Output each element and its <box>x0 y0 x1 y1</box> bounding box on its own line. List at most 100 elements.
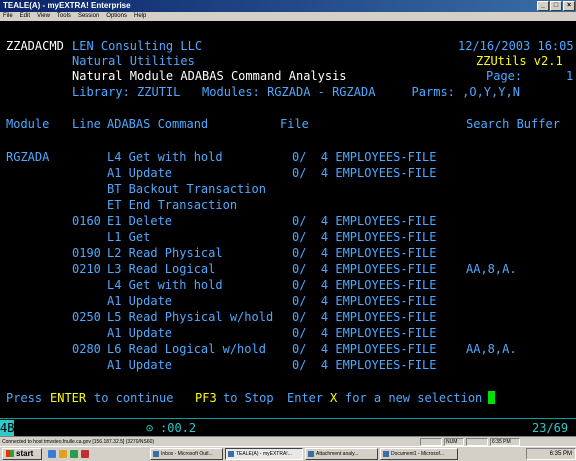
menu-edit[interactable]: Edit <box>20 12 30 21</box>
library-line: Library: ZZUTIL Modules: RGZADA - RGZADA… <box>72 85 520 99</box>
col-file: File <box>280 117 309 131</box>
company-name: LEN Consulting LLC <box>72 39 203 53</box>
oia-timer: :00.2 <box>160 421 197 435</box>
terminal-icon <box>228 451 234 457</box>
row-line: 0160 <box>72 214 101 228</box>
task-attachment[interactable]: Attachment analy... <box>305 448 378 460</box>
menu-session[interactable]: Session <box>78 12 99 21</box>
col-module: Module <box>6 117 50 131</box>
status-field-blank <box>420 438 442 446</box>
menu-view[interactable]: View <box>37 12 50 21</box>
footer-press: Press <box>6 391 43 405</box>
footer-to-continue: to continue <box>94 391 174 405</box>
program-name: ZZADACMD <box>6 39 64 53</box>
row-search-buffer: AA,8,A. <box>466 342 517 356</box>
row-command: L5 Read Physical w/hold <box>107 310 274 324</box>
oia-indicator: 4B <box>0 420 15 436</box>
oia-status-line: 4B ⊙ :00.2 23/69 <box>0 418 576 436</box>
row-file: 0/ 4 EMPLOYEES-FILE <box>292 150 437 164</box>
task-inbox[interactable]: Inbox - Microsoft Outl... <box>150 448 223 460</box>
row-command: E1 Delete <box>107 214 173 228</box>
enter-key-label: ENTER <box>50 391 87 405</box>
row-search-buffer: AA,8,A. <box>466 262 517 276</box>
row-command: A1 Update <box>107 294 173 308</box>
terminal-cursor <box>488 391 495 404</box>
row-file: 0/ 4 EMPLOYEES-FILE <box>292 246 437 260</box>
row-line: 0280 <box>72 342 101 356</box>
maximize-button[interactable]: □ <box>550 1 562 11</box>
screen-title: Natural Module ADABAS Command Analysis <box>72 69 347 83</box>
row-file: 0/ 4 EMPLOYEES-FILE <box>292 278 437 292</box>
start-label: start <box>16 449 34 458</box>
task-word-document[interactable]: Document1 - Microsof... <box>380 448 458 460</box>
menu-tools[interactable]: Tools <box>57 12 71 21</box>
date-time: 12/16/2003 16:05 <box>458 39 574 53</box>
row-module: RGZADA <box>6 150 50 164</box>
row-command: L6 Read Logical w/hold <box>107 342 266 356</box>
task-label: TEALE(A) - myEXTRA!... <box>236 451 292 457</box>
clock-time: 6:35 PM <box>549 451 572 457</box>
menu-bar: File Edit View Tools Session Options Hel… <box>0 12 576 21</box>
footer-new-selection: for a new selection <box>345 391 483 405</box>
product-version: ZZUtils v2.1 <box>476 54 563 68</box>
windows-logo-icon <box>6 450 14 457</box>
outlook-icon <box>153 451 159 457</box>
row-command: L4 Get with hold <box>107 150 223 164</box>
menu-options[interactable]: Options <box>106 12 127 21</box>
cursor-position: 23/69 <box>532 421 569 435</box>
row-line: 0190 <box>72 246 101 260</box>
col-line: Line <box>72 117 101 131</box>
row-command: ET End Transaction <box>107 198 238 212</box>
document-icon <box>308 451 314 457</box>
row-file: 0/ 4 EMPLOYEES-FILE <box>292 310 437 324</box>
row-file: 0/ 4 EMPLOYEES-FILE <box>292 358 437 372</box>
outlook-quicklaunch-icon[interactable] <box>59 450 67 458</box>
desktop-quicklaunch-icon[interactable] <box>70 450 78 458</box>
row-file: 0/ 4 EMPLOYEES-FILE <box>292 294 437 308</box>
close-button[interactable]: × <box>563 1 575 11</box>
subtitle-utilities: Natural Utilities <box>72 54 195 68</box>
status-field-blank-2 <box>466 438 488 446</box>
pf3-key-label: PF3 <box>195 391 217 405</box>
task-label: Attachment analy... <box>316 451 359 457</box>
footer-enter: Enter <box>287 391 324 405</box>
row-command: A1 Update <box>107 166 173 180</box>
footer-to-stop: to Stop <box>223 391 274 405</box>
ie-quicklaunch-icon[interactable] <box>48 450 56 458</box>
row-file: 0/ 4 EMPLOYEES-FILE <box>292 326 437 340</box>
row-line: 0210 <box>72 262 101 276</box>
taskbar: start Inbox - Microsoft Outl... TEALE(A)… <box>0 446 576 461</box>
col-search-buffer: Search Buffer <box>466 117 560 131</box>
row-command: A1 Update <box>107 358 173 372</box>
menu-file[interactable]: File <box>3 12 13 21</box>
row-file: 0/ 4 EMPLOYEES-FILE <box>292 230 437 244</box>
task-label: Document1 - Microsof... <box>391 451 445 457</box>
row-file: 0/ 4 EMPLOYEES-FILE <box>292 166 437 180</box>
row-file: 0/ 4 EMPLOYEES-FILE <box>292 342 437 356</box>
row-file: 0/ 4 EMPLOYEES-FILE <box>292 262 437 276</box>
page-number: 1 <box>566 69 574 83</box>
row-command: L1 Get <box>107 230 151 244</box>
row-file: 0/ 4 EMPLOYEES-FILE <box>292 214 437 228</box>
menu-help[interactable]: Help <box>134 12 146 21</box>
row-command: A1 Update <box>107 326 173 340</box>
page-label: Page: <box>486 69 523 83</box>
row-command: L2 Read Physical <box>107 246 223 260</box>
row-command: L4 Get with hold <box>107 278 223 292</box>
x-key-label: X <box>330 391 338 405</box>
word-icon <box>383 451 389 457</box>
status-bar: Connected to host tmvsteo.fnulle.ca.gov … <box>0 436 576 446</box>
terminal-screen[interactable]: ZZADACMD LEN Consulting LLC 12/16/2003 1… <box>0 21 576 418</box>
task-myextra[interactable]: TEALE(A) - myEXTRA!... <box>225 448 303 460</box>
task-label: Inbox - Microsoft Outl... <box>161 451 213 457</box>
minimize-button[interactable]: _ <box>537 1 549 11</box>
col-adabas-command: ADABAS Command <box>107 117 209 131</box>
start-button[interactable]: start <box>2 448 42 460</box>
num-indicator: NUM <box>444 438 464 446</box>
clock-icon: ⊙ <box>146 421 154 435</box>
system-clock[interactable]: 6:35 PM <box>526 448 576 460</box>
window-titlebar: TEALE(A) - myEXTRA! Enterprise _ □ × <box>0 0 576 12</box>
app-quicklaunch-icon[interactable] <box>81 450 89 458</box>
window-title: TEALE(A) - myEXTRA! Enterprise <box>3 1 131 10</box>
status-clock: 6:35 PM <box>490 438 520 446</box>
